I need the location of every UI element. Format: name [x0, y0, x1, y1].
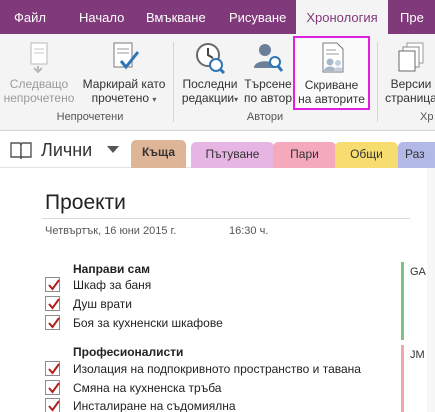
hide-authors-button[interactable]: Скриване на авторите — [293, 36, 370, 110]
notebook-icon[interactable] — [10, 141, 32, 159]
author-initials-jm: JM — [410, 349, 425, 361]
checkmark-icon — [48, 317, 60, 329]
section-bar: Лични Къща Пътуване Пари Общи Раз — [0, 132, 435, 168]
list-heading-diy[interactable]: Направи сам — [73, 262, 150, 276]
tab-history[interactable]: Хронология — [296, 0, 388, 35]
ribbon-tab-bar: Файл Начало Вмъкване Рисуване Хронология… — [0, 0, 435, 35]
chevron-down-icon: ▾ — [234, 95, 239, 104]
checkbox[interactable] — [45, 361, 60, 376]
recent-edits-icon — [196, 43, 226, 74]
page-versions-label-2: страница — [385, 91, 435, 105]
mark-as-read-label-1: Маркирай като — [82, 77, 166, 91]
page-versions-icon — [398, 42, 424, 72]
list-heading-professionals[interactable]: Професионалисти — [73, 345, 183, 359]
tab-insert[interactable]: Вмъкване — [146, 0, 206, 34]
notebook-dropdown-icon[interactable] — [107, 146, 119, 153]
group-label-unread: Непрочетени — [56, 111, 124, 123]
hide-authors-label-1: Скриване — [304, 78, 359, 92]
vertical-scrollbar[interactable] — [427, 168, 435, 412]
checkbox[interactable] — [45, 315, 60, 330]
ribbon: Следващо непрочетено Маркирай като проче… — [0, 34, 435, 131]
list-item: Душ врати — [45, 296, 285, 312]
group-label-authors: Автори — [246, 111, 284, 123]
checkbox[interactable] — [45, 296, 60, 311]
recent-edits-label-2: редакции▾ — [181, 91, 239, 105]
page-time: 16:30 ч. — [229, 225, 269, 237]
find-by-author-label-1: Търсене — [244, 77, 292, 91]
title-divider — [42, 218, 410, 219]
find-by-author-button[interactable]: Търсене по автор — [241, 40, 295, 112]
list-item-text[interactable]: Инсталиране на съдомиялна — [73, 399, 236, 412]
group-label-history: Хр — [420, 111, 434, 123]
list-item-text[interactable]: Изолация на подпокривното пространство и… — [73, 362, 361, 376]
next-unread-label-2: непрочетено — [3, 91, 75, 105]
find-by-author-icon — [254, 44, 284, 72]
checkmark-icon — [48, 279, 60, 291]
author-bar-ga — [401, 262, 404, 340]
page-versions-button[interactable]: Версии страница — [381, 40, 435, 112]
list-item-text[interactable]: Боя за кухненски шкафове — [73, 316, 223, 330]
next-unread-icon — [30, 42, 48, 74]
tab-draw[interactable]: Рисуване — [229, 0, 286, 34]
section-tab-misc[interactable]: Раз — [398, 142, 435, 168]
list-item: Боя за кухненски шкафове — [45, 315, 285, 331]
mark-as-read-button[interactable]: Маркирай като прочетено ▾ — [78, 40, 170, 112]
list-item-text[interactable]: Смяна на кухненска тръба — [73, 381, 221, 395]
group-divider — [173, 42, 174, 122]
hide-authors-icon — [322, 42, 343, 73]
list-item-text[interactable]: Душ врати — [73, 297, 132, 311]
find-by-author-label-2: по автор — [244, 91, 292, 105]
section-tab-money[interactable]: Пари — [273, 142, 336, 168]
checkmark-icon — [48, 400, 60, 412]
author-initials-ga: GA — [410, 266, 426, 278]
tab-review[interactable]: Пре — [400, 0, 424, 34]
page-title[interactable]: Проекти — [45, 191, 126, 215]
recent-edits-label-1: Последни — [182, 77, 238, 91]
notebook-name[interactable]: Лични — [41, 140, 92, 161]
list-item: Смяна на кухненска тръба — [45, 380, 395, 396]
checkmark-icon — [48, 363, 60, 375]
section-tab-house[interactable]: Къща — [131, 140, 186, 168]
section-tab-general[interactable]: Общи — [335, 142, 398, 168]
checkbox[interactable] — [45, 398, 60, 412]
hide-authors-label-2: на авторите — [298, 92, 365, 106]
next-unread-button[interactable]: Следващо непрочетено — [2, 40, 76, 112]
list-item: Шкаф за баня — [45, 277, 285, 293]
page-versions-label-1: Версии — [390, 77, 432, 91]
author-bar-jm — [401, 345, 404, 412]
checkmark-icon — [48, 382, 60, 394]
tab-home[interactable]: Начало — [79, 0, 124, 34]
chevron-down-icon: ▾ — [152, 95, 157, 104]
section-tab-travel[interactable]: Пътуване — [191, 142, 274, 168]
tab-file[interactable]: Файл — [14, 0, 46, 34]
mark-as-read-label-2: прочетено ▾ — [91, 91, 157, 105]
list-item: Изолация на подпокривното пространство и… — [45, 361, 395, 377]
list-item-text[interactable]: Шкаф за баня — [73, 278, 151, 292]
checkmark-icon — [48, 298, 60, 310]
next-unread-label-1: Следващо — [9, 77, 69, 91]
mark-as-read-icon — [113, 42, 140, 70]
page-date: Четвъртък, 16 юни 2015 г. — [45, 225, 177, 237]
checkbox[interactable] — [45, 277, 60, 292]
checkbox[interactable] — [45, 380, 60, 395]
list-item: Инсталиране на съдомиялна — [45, 398, 395, 412]
group-divider — [377, 42, 378, 122]
recent-edits-button[interactable]: Последни редакции▾ — [178, 40, 242, 112]
